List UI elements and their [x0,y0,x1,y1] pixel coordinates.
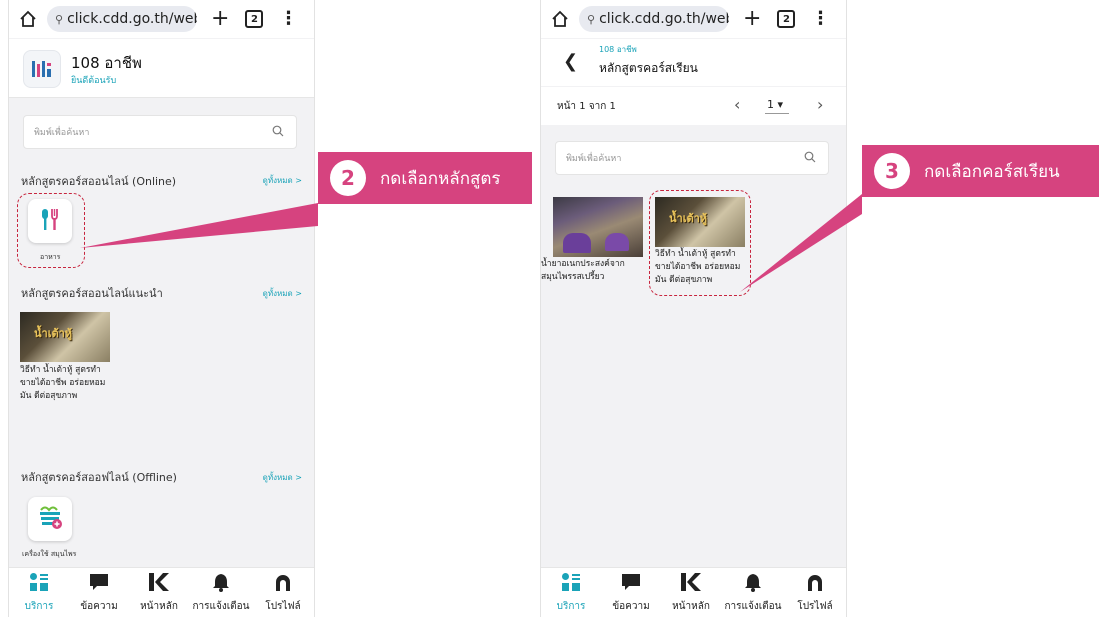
course-thumbnail[interactable]: น้ำเต้าหู้ [20,312,110,362]
bottom-navigation: บริการ ข้อความ หน้าหลัก การแจ้งเตือน โปร… [9,567,314,617]
course-title[interactable]: น้ำยาอเนกประสงค์จากสมุนไพรรสเปรี้ยว [541,258,645,284]
step-2-callout: 2 กดเลือกหลักสูตร [318,152,532,204]
online-see-all-link[interactable]: ดูทั้งหมด > [263,174,302,187]
search-icon[interactable] [804,151,816,166]
page-indicator: หน้า 1 จาก 1 [557,101,616,112]
back-arrow-icon[interactable]: ❮ [563,51,578,72]
step-instruction: กดเลือกหลักสูตร [380,168,501,189]
page-header: ❮ 108 อาชีพ หลักสูตรคอร์สเรียน [541,39,846,86]
nav-messages[interactable]: ข้อความ [601,572,661,614]
nav-services[interactable]: บริการ [9,572,69,614]
home-icon[interactable] [547,10,573,28]
online-section-title: หลักสูตรคอร์สออนไลน์ (Online) [21,175,177,188]
browser-toolbar: ⚲ click.cdd.go.th/web/ + 2 ⋮ [9,0,314,38]
url-bar[interactable]: ⚲ click.cdd.go.th/web/ [579,6,729,32]
offline-section-title: หลักสูตรคอร์สออฟไลน์ (Offline) [21,471,177,484]
chat-bubble-icon [89,572,109,596]
right-phone-screen: ⚲ click.cdd.go.th/web/ + 2 ⋮ ❮ 108 อาชีพ… [540,0,847,617]
left-phone-screen: ⚲ click.cdd.go.th/web/ + 2 ⋮ 108 อาชีพ ย… [8,0,315,617]
new-tab-icon[interactable]: + [743,8,761,30]
thumbnail-figure [563,233,591,253]
search-icon[interactable] [272,125,284,140]
profile-icon [805,572,825,596]
thumbnail-figure [605,233,629,251]
recommended-see-all-link[interactable]: ดูทั้งหมด > [263,287,302,300]
new-tab-icon[interactable]: + [211,8,229,30]
step-instruction: กดเลือกคอร์สเรียน [924,161,1060,182]
step-number-badge: 2 [330,160,366,196]
search-input[interactable]: พิมพ์เพื่อค้นหา [23,115,297,149]
prev-page-icon[interactable]: ‹ [734,95,740,114]
home-icon[interactable] [15,10,41,28]
nav-services[interactable]: บริการ [541,572,601,614]
nav-label: ข้อความ [612,601,650,612]
breadcrumb[interactable]: 108 อาชีพ [599,43,637,56]
search-placeholder: พิมพ์เพื่อค้นหา [566,154,622,164]
nav-notifications[interactable]: การแจ้งเตือน [723,572,783,614]
url-text: click.cdd.go.th/web/ [599,11,729,27]
nav-profile[interactable]: โปรไฟล์ [785,572,845,614]
nav-home[interactable]: หน้าหลัก [661,572,721,614]
nav-label: หน้าหลัก [140,601,178,612]
home-k-logo-icon [148,572,170,596]
nav-label: โปรไฟล์ [265,601,301,612]
app-title: 108 อาชีพ [71,54,142,72]
tab-switcher-button[interactable]: 2 [245,10,264,28]
step-3-callout: 3 กดเลือกคอร์สเรียน [862,145,1099,197]
search-input[interactable]: พิมพ์เพื่อค้นหา [555,141,829,175]
services-grid-icon [29,572,49,596]
nav-label: ข้อความ [80,601,118,612]
nav-messages[interactable]: ข้อความ [69,572,129,614]
bell-icon [743,572,763,596]
browser-toolbar: ⚲ click.cdd.go.th/web/ + 2 ⋮ [541,0,846,38]
nav-label: การแจ้งเตือน [192,601,250,612]
course-thumbnail[interactable] [553,197,643,257]
nav-label: โปรไฟล์ [797,601,833,612]
tab-switcher-button[interactable]: 2 [777,10,796,28]
nav-label: หน้าหลัก [672,601,710,612]
site-settings-icon[interactable]: ⚲ [587,13,595,26]
app-logo [23,50,61,88]
bell-icon [211,572,231,596]
browser-menu-icon[interactable]: ⋮ [279,10,297,28]
profile-icon [273,572,293,596]
page-title: หลักสูตรคอร์สเรียน [599,61,698,75]
pagination-bar: หน้า 1 จาก 1 ‹ 1 ▾ › [541,87,846,125]
services-grid-icon [561,572,581,596]
url-bar[interactable]: ⚲ click.cdd.go.th/web/ [47,6,197,32]
recommended-section-title: หลักสูตรคอร์สออนไลน์แนะนำ [21,287,163,300]
herb-basket-icon [35,502,65,536]
nav-label: บริการ [556,601,586,612]
welcome-text: ยินดีต้อนรับ [71,76,117,86]
nav-notifications[interactable]: การแจ้งเตือน [191,572,251,614]
nav-home[interactable]: หน้าหลัก [129,572,189,614]
next-page-icon[interactable]: › [817,95,823,114]
offline-see-all-link[interactable]: ดูทั้งหมด > [263,471,302,484]
category-herb-tile[interactable] [28,497,72,541]
search-placeholder: พิมพ์เพื่อค้นหา [34,128,90,138]
nav-profile[interactable]: โปรไฟล์ [253,572,313,614]
step-number-badge: 3 [874,153,910,189]
home-k-logo-icon [680,572,702,596]
thumbnail-text: น้ำเต้าหู้ [34,327,73,340]
site-settings-icon[interactable]: ⚲ [55,13,63,26]
category-herb-label: เครื่องใช้ สมุนไพร [22,550,77,558]
url-text: click.cdd.go.th/web/ [67,11,197,27]
nav-label: บริการ [24,601,54,612]
app-header: 108 อาชีพ ยินดีต้อนรับ [9,39,314,98]
highlight-box-category [17,193,85,268]
chat-bubble-icon [621,572,641,596]
course-title[interactable]: วิธีทำ น้ำเต้าหู้ สูตรทำขายได้อาชีพ อร่อ… [20,364,115,403]
browser-menu-icon[interactable]: ⋮ [811,10,829,28]
page-select[interactable]: 1 ▾ [765,98,790,114]
nav-label: การแจ้งเตือน [724,601,782,612]
bottom-navigation: บริการ ข้อความ หน้าหลัก การแจ้งเตือน โปร… [541,567,846,617]
highlight-box-course [649,190,751,296]
